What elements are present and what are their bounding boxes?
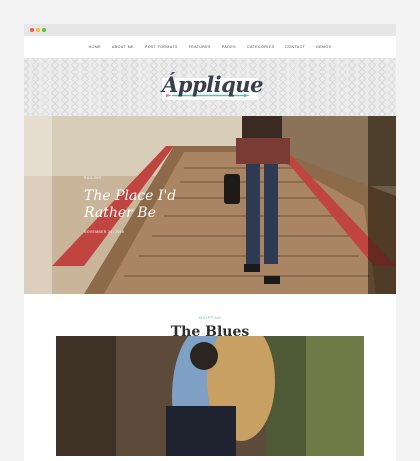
main-nav: HOME ABOUT ME POST FORMATS FEATURES PAGE… — [24, 36, 396, 58]
post-preview: SHOPPING The Blues NOVEMBER 17, 2016 — [24, 294, 396, 456]
site-logo[interactable]: Ápplique — [162, 70, 263, 104]
hero-date: NOVEMBER 24, 2016 — [84, 230, 125, 234]
hero-slider-next[interactable] — [368, 116, 396, 294]
nav-item-home[interactable]: HOME — [89, 45, 101, 49]
nav-item-pages[interactable]: PAGES — [222, 45, 236, 49]
window-titlebar — [24, 24, 396, 36]
nav-item-demos[interactable]: DEMOS — [316, 45, 331, 49]
post-featured-image[interactable] — [56, 336, 364, 456]
close-window-button[interactable] — [30, 28, 34, 32]
hero-image — [24, 116, 396, 294]
maximize-window-button[interactable] — [42, 28, 46, 32]
nav-item-about-me[interactable]: ABOUT ME — [112, 45, 134, 49]
minimize-window-button[interactable] — [36, 28, 40, 32]
nav-item-categories[interactable]: CATEGORIES — [247, 45, 274, 49]
nav-item-features[interactable]: FEATURES — [189, 45, 211, 49]
nav-item-post-formats[interactable]: POST FORMATS — [145, 45, 178, 49]
post-category[interactable]: SHOPPING — [24, 316, 396, 320]
hero-slider-prev[interactable] — [24, 116, 52, 294]
hero-category[interactable]: SAILING — [84, 176, 194, 180]
logo-text: Ápplique — [162, 72, 263, 97]
hero-title[interactable]: The Place I'd Rather Be — [84, 188, 194, 222]
featured-post-hero[interactable]: SAILING The Place I'd Rather Be NOVEMBER… — [24, 116, 396, 294]
nav-item-contact[interactable]: CONTACT — [285, 45, 305, 49]
browser-window: HOME ABOUT ME POST FORMATS FEATURES PAGE… — [24, 24, 396, 461]
hero-caption: SAILING The Place I'd Rather Be NOVEMBER… — [84, 176, 194, 234]
site-header: Ápplique — [24, 58, 396, 116]
post-image-art — [56, 336, 364, 456]
